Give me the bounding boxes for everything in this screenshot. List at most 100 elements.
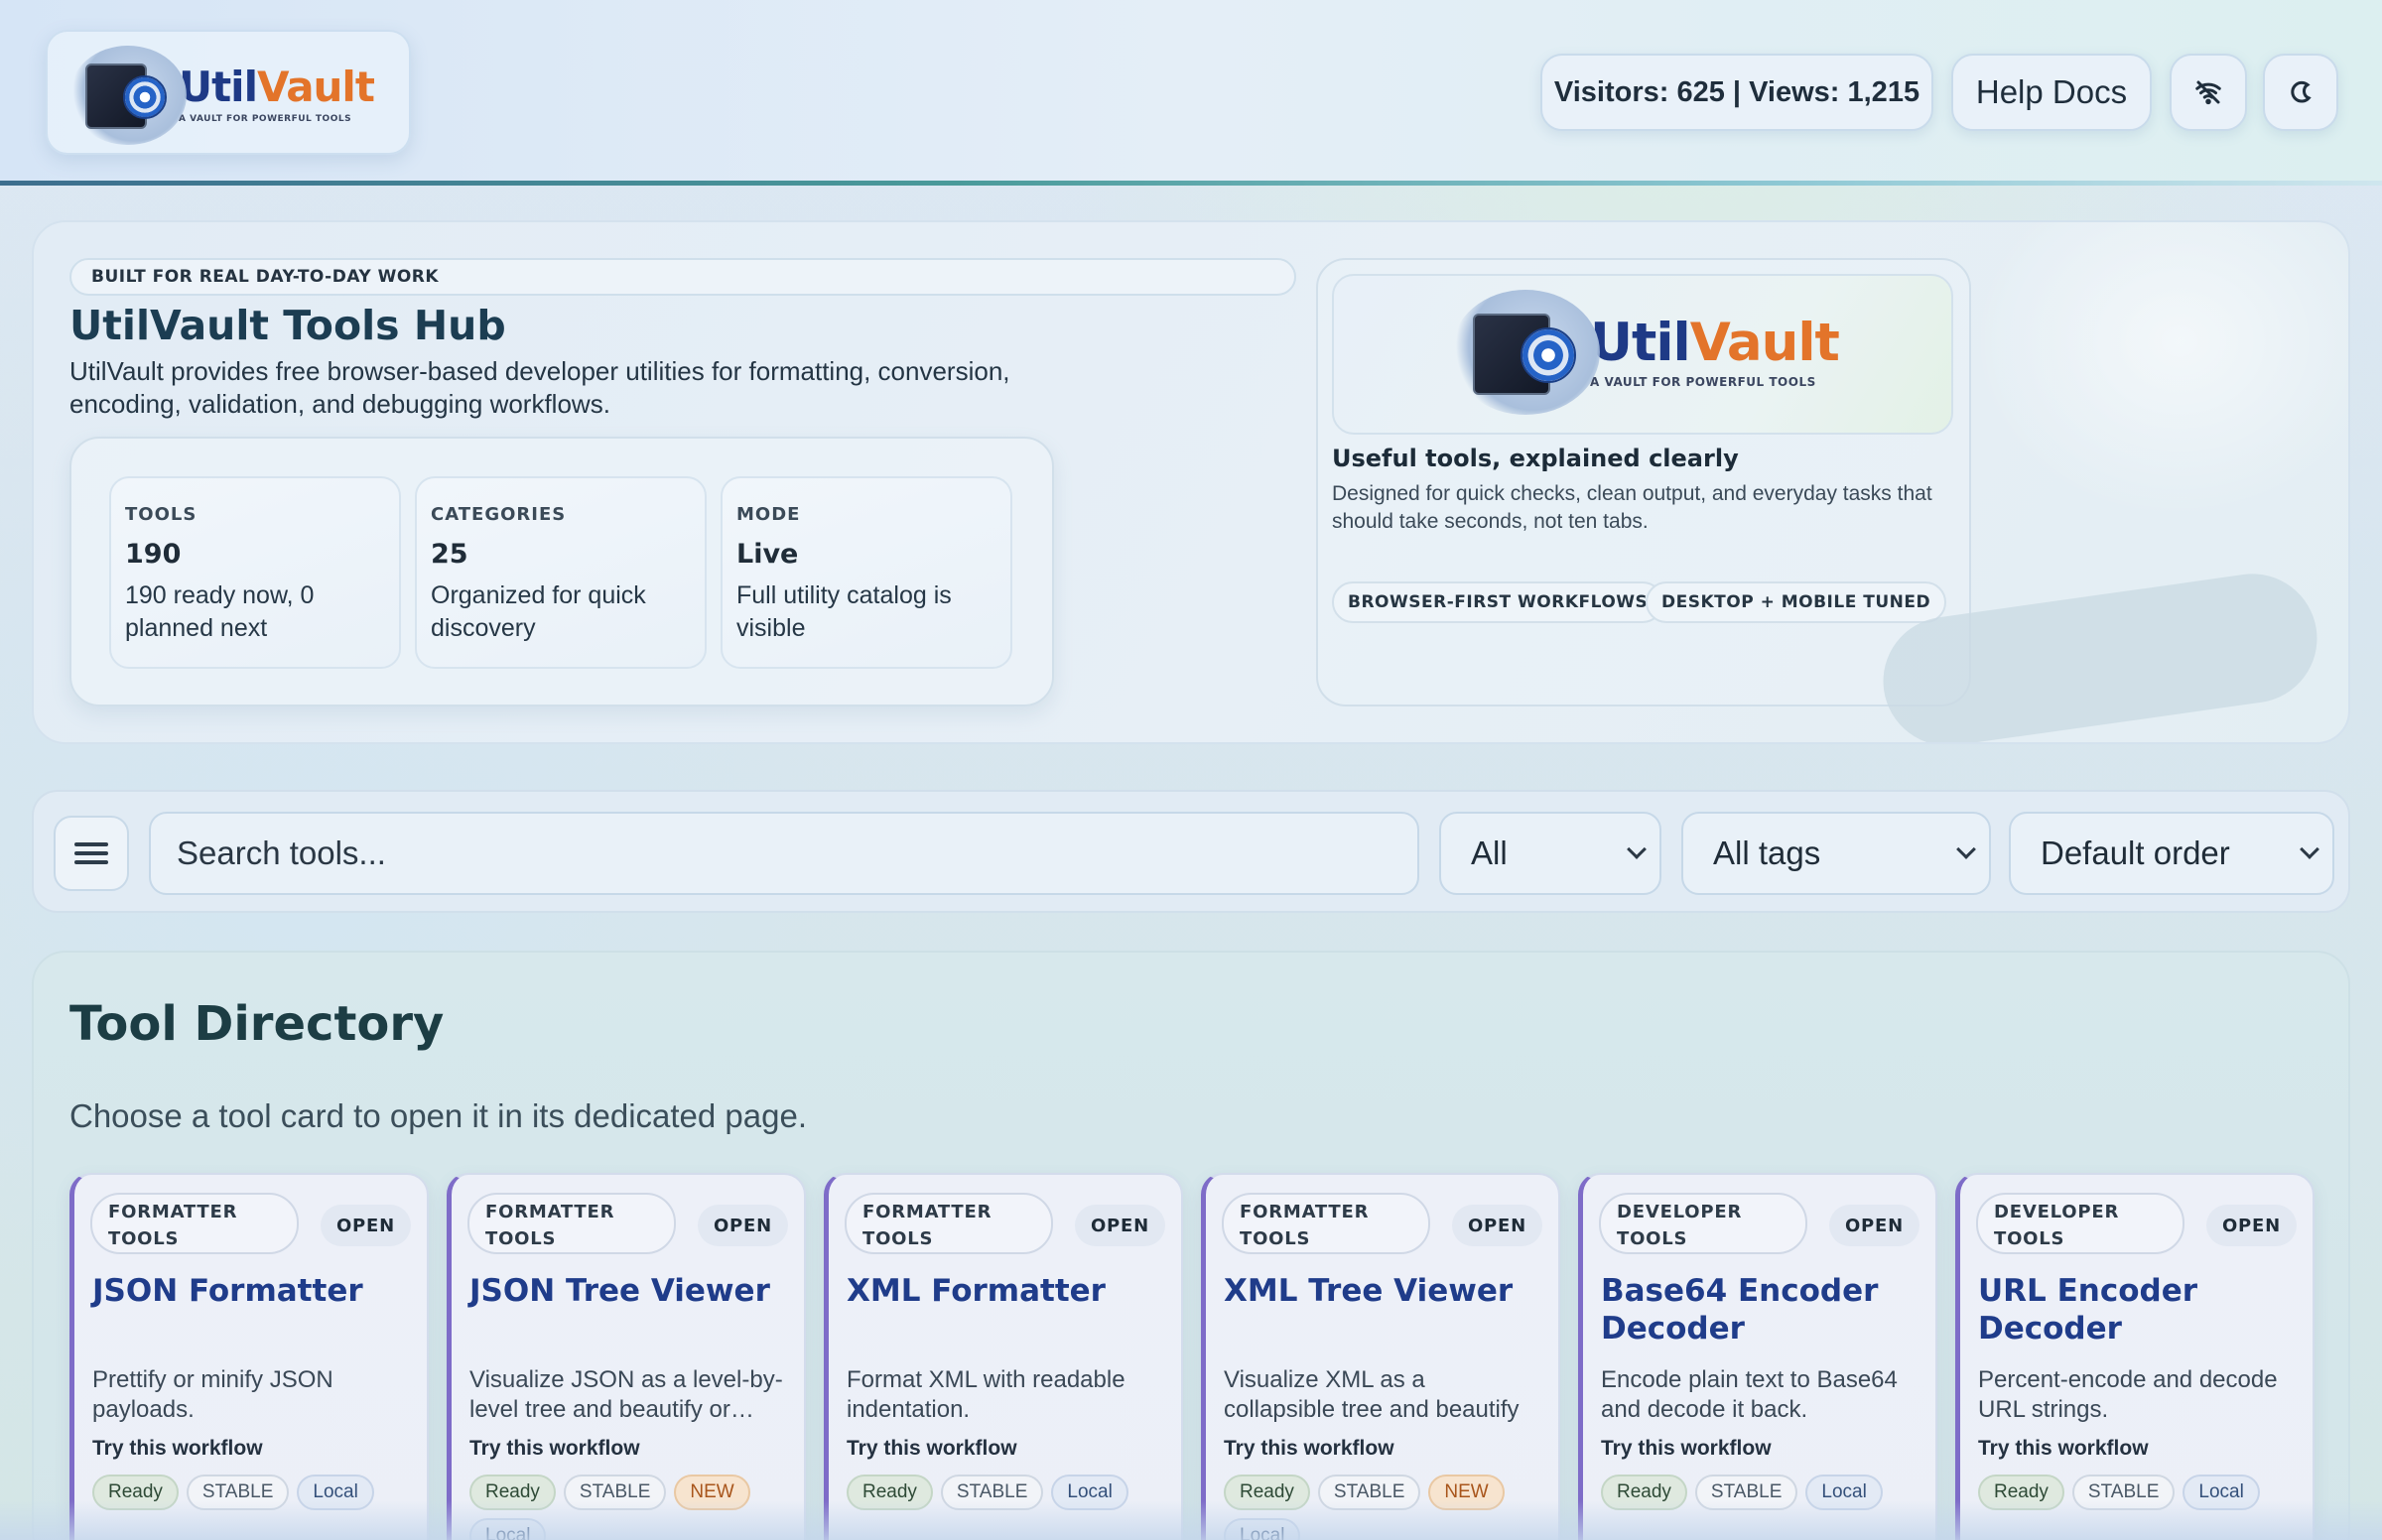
tool-name[interactable]: JSON Tree Viewer <box>469 1272 797 1310</box>
tool-card[interactable]: FORMATTER TOOLS OPEN XML Formatter Format XM… <box>824 1173 1183 1540</box>
tool-card[interactable]: FORMATTER TOOLS OPEN JSON Tree Viewer Visual… <box>447 1173 806 1540</box>
help-docs-button[interactable]: Help Docs <box>1951 54 2152 131</box>
tool-tags: Ready STABLE Local <box>1978 1475 2276 1510</box>
tool-card[interactable]: DEVELOPER TOOLS OPEN Base64 Encoder Decoder… <box>1578 1173 1937 1540</box>
sort-select-value: Default order <box>2041 834 2230 871</box>
category-line: TOOLS <box>862 1228 934 1249</box>
try-workflow-link[interactable]: Try this workflow <box>92 1437 263 1461</box>
brand-tagline: A VAULT FOR POWERFUL TOOLS <box>1590 374 1816 389</box>
vault-safe-icon <box>1451 290 1600 415</box>
tool-tag-stable: STABLE <box>563 1475 667 1510</box>
tool-category-badge: FORMATTER TOOLS <box>845 1193 1053 1254</box>
try-workflow-link[interactable]: Try this workflow <box>1601 1437 1772 1461</box>
theme-toggle-button[interactable] <box>2263 54 2338 131</box>
stats-group: TOOLS 190 190 ready now, 0 planned next … <box>69 437 1054 706</box>
stat-detail: Full utility catalog is visible <box>736 581 952 642</box>
category-select[interactable]: All <box>1439 812 1661 895</box>
category-line: DEVELOPER <box>1617 1202 1743 1222</box>
tool-name[interactable]: JSON Formatter <box>92 1272 420 1310</box>
feature-heading: Useful tools, explained clearly <box>1332 445 1739 472</box>
sort-select[interactable]: Default order <box>2009 812 2334 895</box>
open-tool-button[interactable]: OPEN <box>2205 1205 2297 1246</box>
open-tool-button[interactable]: OPEN <box>320 1205 411 1246</box>
offline-toggle-button[interactable] <box>2170 54 2247 131</box>
chevron-down-icon <box>2300 839 2319 859</box>
try-workflow-link[interactable]: Try this workflow <box>847 1437 1017 1461</box>
tool-description: Visualize XML as a collapsible tree and … <box>1224 1366 1520 1423</box>
directory-subtitle: Choose a tool card to open it in its ded… <box>69 1097 807 1134</box>
tool-tag-local: Local <box>469 1518 547 1540</box>
try-workflow-link[interactable]: Try this workflow <box>469 1437 640 1461</box>
tool-tags: Ready STABLE Local <box>847 1475 1144 1510</box>
tool-card[interactable]: DEVELOPER TOOLS OPEN URL Encoder Decoder Per… <box>1955 1173 2315 1540</box>
open-tool-button[interactable]: OPEN <box>1451 1205 1542 1246</box>
brand-wordmark: UtilVault <box>179 63 375 111</box>
tool-tag-local: Local <box>297 1475 374 1510</box>
tag-select[interactable]: All tags <box>1681 812 1991 895</box>
tool-tag-stable: STABLE <box>186 1475 290 1510</box>
brand-tagline: A VAULT FOR POWERFUL TOOLS <box>179 114 352 124</box>
tool-category-badge: FORMATTER TOOLS <box>1222 1193 1430 1254</box>
tool-description: Format XML with readable indentation. <box>847 1366 1125 1423</box>
page-title: UtilVault Tools Hub <box>69 302 506 349</box>
hero-panel: BUILT FOR REAL DAY-TO-DAY WORK UtilVault… <box>32 220 2350 744</box>
category-line: TOOLS <box>108 1228 180 1249</box>
visitor-stats-badge: Visitors: 625 | Views: 1,215 <box>1540 54 1933 131</box>
tool-name[interactable]: URL Encoder Decoder <box>1978 1272 2306 1348</box>
stat-detail: 190 ready now, 0 planned next <box>125 581 315 642</box>
open-tool-button[interactable]: OPEN <box>697 1205 788 1246</box>
filter-toolbar: Search tools... All All tags Default ord… <box>32 790 2350 913</box>
category-line: FORMATTER <box>485 1202 615 1222</box>
moon-icon <box>2291 80 2312 103</box>
tool-tag-ready: Ready <box>1601 1475 1687 1510</box>
hero-badge: BUILT FOR REAL DAY-TO-DAY WORK <box>69 258 1296 296</box>
category-line: TOOLS <box>485 1228 557 1249</box>
stat-card-categories: CATEGORIES 25 Organized for quick discov… <box>415 476 707 669</box>
tool-tag-ready: Ready <box>1224 1475 1310 1510</box>
tool-name[interactable]: Base64 Encoder Decoder <box>1601 1272 1928 1348</box>
feature-text: Designed for quick checks, clean output,… <box>1332 482 1932 533</box>
tool-card[interactable]: FORMATTER TOOLS OPEN JSON Formatter Prettify… <box>69 1173 429 1540</box>
category-line: TOOLS <box>1617 1228 1688 1249</box>
tool-directory: Tool Directory Choose a tool card to ope… <box>32 951 2350 1540</box>
chevron-down-icon <box>1956 839 1976 859</box>
tool-category-badge: FORMATTER TOOLS <box>90 1193 299 1254</box>
stat-value: 190 <box>125 539 182 570</box>
tool-card[interactable]: FORMATTER TOOLS OPEN XML Tree Viewer Visuali… <box>1201 1173 1560 1540</box>
tool-tags: Ready STABLE NEW Local <box>1224 1475 1522 1540</box>
directory-title: Tool Directory <box>69 996 445 1052</box>
brand-logo-link[interactable]: UtilVault A VAULT FOR POWERFUL TOOLS <box>46 30 411 155</box>
open-tool-button[interactable]: OPEN <box>1074 1205 1165 1246</box>
tool-description: Encode plain text to Base64 and decode i… <box>1601 1366 1898 1423</box>
tool-description: Visualize JSON as a level-by-level tree … <box>469 1366 783 1423</box>
tool-name[interactable]: XML Formatter <box>847 1272 1174 1310</box>
tool-tags: Ready STABLE NEW Local <box>469 1475 767 1540</box>
stat-card-tools: TOOLS 190 190 ready now, 0 planned next <box>109 476 401 669</box>
feature-chip: DESKTOP + MOBILE TUNED <box>1646 581 1947 623</box>
stat-label: CATEGORIES <box>431 504 567 525</box>
stat-label: TOOLS <box>125 504 198 525</box>
stat-value: 25 <box>431 539 468 570</box>
category-line: DEVELOPER <box>1994 1202 2120 1222</box>
wifi-off-icon <box>2195 80 2221 105</box>
stat-value: Live <box>736 539 799 570</box>
header-divider <box>0 181 2382 186</box>
search-input[interactable]: Search tools... <box>149 812 1419 895</box>
tool-tags: Ready STABLE Local <box>92 1475 390 1510</box>
open-tool-button[interactable]: OPEN <box>1828 1205 1919 1246</box>
try-workflow-link[interactable]: Try this workflow <box>1978 1437 2149 1461</box>
tool-tag-local: Local <box>1051 1475 1128 1510</box>
tool-description: Percent-encode and decode URL strings. <box>1978 1366 2278 1423</box>
tool-tags: Ready STABLE Local <box>1601 1475 1899 1510</box>
hero-logo-box: UtilVault A VAULT FOR POWERFUL TOOLS <box>1332 274 1953 435</box>
category-line: TOOLS <box>1994 1228 2065 1249</box>
try-workflow-link[interactable]: Try this workflow <box>1224 1437 1394 1461</box>
brand-wordmark: UtilVault <box>1590 312 1840 373</box>
tool-description: Prettify or minify JSON payloads. <box>92 1366 333 1423</box>
tool-name[interactable]: XML Tree Viewer <box>1224 1272 1551 1310</box>
stat-label: MODE <box>736 504 801 525</box>
top-header: UtilVault A VAULT FOR POWERFUL TOOLS Vis… <box>0 0 2382 185</box>
category-line: TOOLS <box>1240 1228 1311 1249</box>
category-line: FORMATTER <box>1240 1202 1370 1222</box>
menu-button[interactable] <box>54 816 129 891</box>
